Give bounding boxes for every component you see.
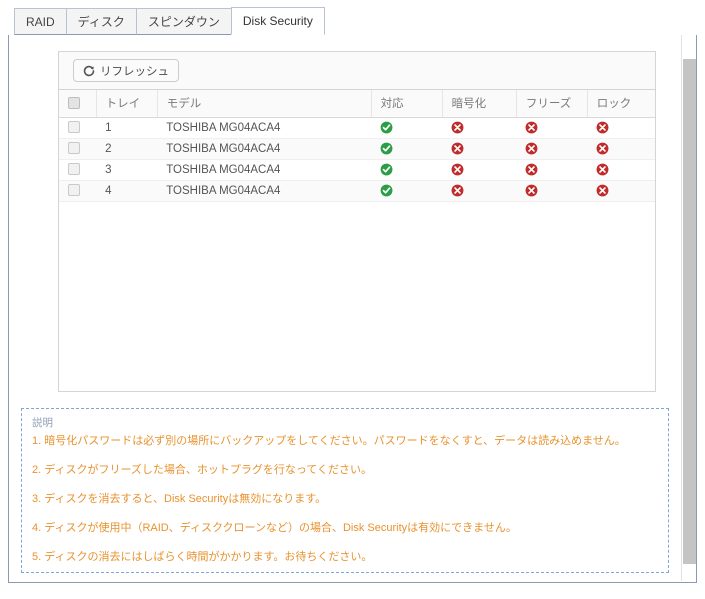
description-line: 3. ディスクを消去すると、Disk Securityは無効になります。 <box>32 493 327 505</box>
header-locked[interactable]: ロック <box>587 90 655 118</box>
cell-supported <box>371 159 443 181</box>
refresh-icon <box>83 65 95 77</box>
cell-tray: 4 <box>96 180 158 202</box>
header-tray[interactable]: トレイ <box>96 90 158 118</box>
row-checkbox-cell[interactable] <box>59 159 97 181</box>
row-checkbox-cell[interactable] <box>59 117 97 139</box>
refresh-button-label: リフレッシュ <box>100 65 169 78</box>
disk-grid-panel: リフレッシュ トレイ モデル 対応 暗号化 フリーズ ロック 1 TOSHIBA… <box>58 51 656 392</box>
table-row[interactable]: 4 TOSHIBA MG04ACA4 <box>59 180 655 202</box>
disk-table: トレイ モデル 対応 暗号化 フリーズ ロック 1 TOSHIBA MG04ACA… <box>59 90 655 202</box>
tab-disk-security[interactable]: Disk Security <box>230 7 325 35</box>
cell-supported <box>371 180 443 202</box>
tab-raid[interactable]: RAID <box>14 8 67 35</box>
cell-tray: 2 <box>96 138 158 160</box>
cell-frozen <box>516 180 588 202</box>
table-row[interactable]: 3 TOSHIBA MG04ACA4 <box>59 159 655 181</box>
tab-disk[interactable]: ディスク <box>65 8 137 35</box>
description-line: 2. ディスクがフリーズした場合、ホットプラグを行なってください。 <box>32 464 373 476</box>
cell-encrypted <box>442 180 517 202</box>
disk-table-head: トレイ モデル 対応 暗号化 フリーズ ロック <box>59 90 655 118</box>
header-model[interactable]: モデル <box>157 90 372 118</box>
header-encrypted[interactable]: 暗号化 <box>442 90 517 118</box>
header-supported[interactable]: 対応 <box>371 90 443 118</box>
tab-strip: RAID ディスク スピンダウン Disk Security <box>8 7 697 36</box>
cell-frozen <box>516 117 588 139</box>
cell-model: TOSHIBA MG04ACA4 <box>157 117 372 139</box>
cell-locked <box>587 159 655 181</box>
cell-model: TOSHIBA MG04ACA4 <box>157 138 372 160</box>
table-header-row: トレイ モデル 対応 暗号化 フリーズ ロック <box>59 90 655 118</box>
header-frozen[interactable]: フリーズ <box>516 90 588 118</box>
row-checkbox[interactable] <box>68 163 80 176</box>
row-checkbox[interactable] <box>68 142 80 155</box>
select-all-checkbox[interactable] <box>68 97 80 110</box>
cell-supported <box>371 117 443 139</box>
cell-encrypted <box>442 138 517 160</box>
refresh-button[interactable]: リフレッシュ <box>73 59 179 82</box>
row-checkbox[interactable] <box>68 121 80 134</box>
row-checkbox-cell[interactable] <box>59 180 97 202</box>
grid-toolbar: リフレッシュ <box>59 52 655 90</box>
cell-tray: 1 <box>96 117 158 139</box>
cell-tray: 3 <box>96 159 158 181</box>
vertical-scrollbar-thumb[interactable] <box>683 59 696 564</box>
cell-encrypted <box>442 117 517 139</box>
description-line: 1. 暗号化パスワードは必ず別の場所にバックアップをしてください。パスワードをな… <box>32 435 626 447</box>
description-lines: 1. 暗号化パスワードは必ず別の場所にバックアップをしてください。パスワードをな… <box>32 435 658 564</box>
tab-spindown[interactable]: スピンダウン <box>135 8 232 35</box>
row-checkbox[interactable] <box>68 184 80 197</box>
content-frame: リフレッシュ トレイ モデル 対応 暗号化 フリーズ ロック 1 TOSHIBA… <box>8 35 697 583</box>
cell-model: TOSHIBA MG04ACA4 <box>157 159 372 181</box>
disk-table-body: 1 TOSHIBA MG04ACA4 2 TOSHIBA MG04ACA4 3 TOSHI… <box>59 117 655 202</box>
cell-locked <box>587 138 655 160</box>
description-line: 5. ディスクの消去にはしばらく時間がかかります。お待ちください。 <box>32 551 373 563</box>
cell-frozen <box>516 159 588 181</box>
cell-locked <box>587 180 655 202</box>
cell-supported <box>371 138 443 160</box>
cell-locked <box>587 117 655 139</box>
description-line: 4. ディスクが使用中（RAID、ディスククローンなど）の場合、Disk Sec… <box>32 522 517 534</box>
cell-frozen <box>516 138 588 160</box>
table-row[interactable]: 1 TOSHIBA MG04ACA4 <box>59 117 655 139</box>
cell-model: TOSHIBA MG04ACA4 <box>157 180 372 202</box>
description-title: 説明 <box>32 417 53 429</box>
description-box: 説明 1. 暗号化パスワードは必ず別の場所にバックアップをしてください。パスワー… <box>21 408 669 573</box>
vertical-scrollbar[interactable] <box>681 35 696 581</box>
cell-encrypted <box>442 159 517 181</box>
disk-security-page: RAID ディスク スピンダウン Disk Security リフレッシュ トレ… <box>0 0 705 599</box>
row-checkbox-cell[interactable] <box>59 138 97 160</box>
table-row[interactable]: 2 TOSHIBA MG04ACA4 <box>59 138 655 160</box>
header-select-all[interactable] <box>59 90 97 118</box>
